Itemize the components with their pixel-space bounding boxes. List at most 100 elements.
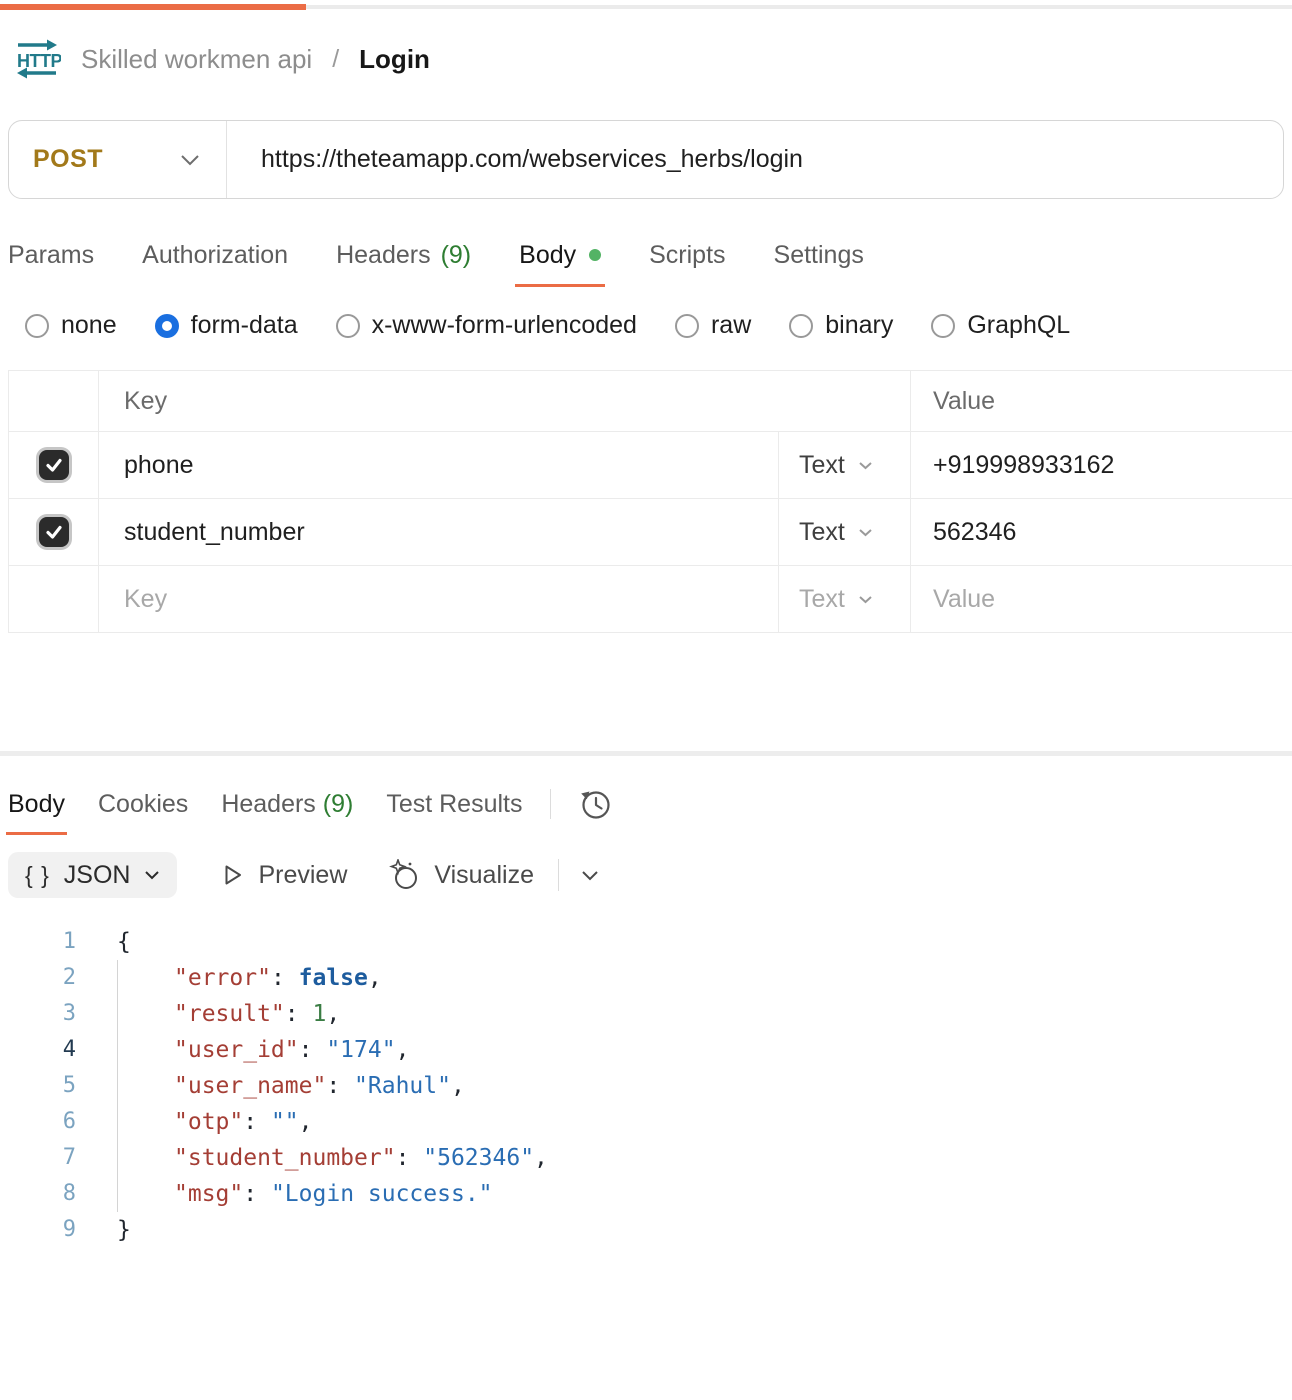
value-cell[interactable]: 562346 [911,499,1292,565]
radio-selected-icon [155,314,179,338]
type-dropdown[interactable]: Text [779,566,911,632]
token-num: 1 [312,1001,326,1027]
line-number: 5 [0,1068,76,1104]
key-cell[interactable]: student_number [99,499,779,565]
method-dropdown[interactable]: POST [9,121,227,198]
window-tab-strip [0,0,1292,10]
token-brace: { [117,929,131,955]
radio-icon [931,314,955,338]
key-placeholder: Key [124,585,167,614]
form-row-student-number: student_number Text 562346 [9,498,1292,565]
token-bool: false [299,965,368,991]
breadcrumb-separator: / [332,45,339,74]
token-punct: : [326,1073,354,1099]
token-punct: , [326,1001,340,1027]
http-request-icon: HTTP [13,36,61,82]
line-number: 2 [0,960,76,996]
token-str: "174" [326,1037,395,1063]
checkbox-checked[interactable] [39,450,69,480]
response-tab-test-results[interactable]: Test Results [386,790,522,819]
tab-authorization[interactable]: Authorization [142,239,288,271]
value-text: 562346 [933,518,1016,547]
response-tab-body[interactable]: Body [8,790,65,819]
value-column-header: Value [911,371,1292,431]
value-header-label: Value [933,387,995,416]
value-cell[interactable]: +919998933162 [911,432,1292,498]
history-button[interactable] [578,786,614,822]
mode-form-data[interactable]: form-data [155,311,298,340]
token-key: "otp" [174,1109,243,1135]
mode-label: GraphQL [967,311,1070,340]
tab-label: Settings [774,241,864,270]
token-punct: : [271,965,299,991]
tab-count-badge: (9) [441,241,472,270]
code-line-8: 8"msg": "Login success." [0,1176,1292,1212]
line-number: 4 [0,1032,76,1068]
token-key: "user_id" [174,1037,299,1063]
line-number: 9 [0,1212,76,1248]
type-chevron [858,528,873,537]
mode-label: form-data [191,311,298,340]
format-label: JSON [64,861,131,890]
breadcrumb-request-name[interactable]: Login [359,44,430,75]
active-tab-indicator [0,4,306,10]
url-input[interactable]: https://theteamapp.com/webservices_herbs… [227,121,1283,198]
type-dropdown[interactable]: Text [779,432,911,498]
line-number: 1 [0,924,76,960]
chevron-down-icon [180,154,200,166]
value-placeholder: Value [933,585,995,614]
body-indicator-dot-icon [589,249,601,261]
tab-settings[interactable]: Settings [774,239,864,271]
tab-params[interactable]: Params [8,239,94,271]
mode-none[interactable]: none [25,311,117,340]
checkbox-checked[interactable] [39,517,69,547]
response-tab-label: Body [8,790,65,818]
code-text: "msg": "Login success." [117,1176,493,1212]
tab-headers[interactable]: Headers (9) [336,239,471,271]
token-str: "Login success." [271,1181,493,1207]
key-cell[interactable]: phone [99,432,779,498]
method-label: POST [33,145,103,174]
token-punct: : [285,1001,313,1027]
more-options-chevron[interactable] [581,870,599,881]
mode-raw[interactable]: raw [675,311,751,340]
tab-scripts[interactable]: Scripts [649,239,725,271]
code-text: "otp": "", [117,1104,313,1140]
token-str: "562346" [423,1145,534,1171]
checkbox-column-header [9,371,99,431]
type-dropdown[interactable]: Text [779,499,911,565]
code-line-9: 9} [0,1212,1292,1248]
response-format-dropdown[interactable]: { } JSON [8,852,177,898]
checkbox-cell [9,432,99,498]
key-cell[interactable]: Key [99,566,779,632]
breadcrumb: HTTP Skilled workmen api / Login [13,36,1292,82]
code-line-5: 5 "user_name": "Rahul", [0,1068,1292,1104]
tab-label: Authorization [142,241,288,270]
response-tab-headers[interactable]: Headers (9) [221,790,353,819]
preview-button[interactable]: Preview [219,861,347,890]
tab-label: Headers [336,241,431,270]
mode-binary[interactable]: binary [789,311,893,340]
mode-x-www-form-urlencoded[interactable]: x-www-form-urlencoded [336,311,637,340]
table-header-row: Key Value [9,371,1292,431]
code-text: } [117,1212,131,1248]
form-row-empty: Key Text Value [9,565,1292,632]
response-tab-cookies[interactable]: Cookies [98,790,188,819]
visualize-button[interactable]: Visualize [389,859,534,891]
code-text: "user_id": "174", [117,1032,409,1068]
mode-graphql[interactable]: GraphQL [931,311,1070,340]
token-str: "" [271,1109,299,1135]
key-text: student_number [124,518,305,547]
mode-label: raw [711,311,751,340]
line-number: 7 [0,1140,76,1176]
value-cell[interactable]: Value [911,566,1292,632]
token-punct: , [534,1145,548,1171]
tab-body[interactable]: Body [519,239,601,271]
code-line-1: 1{ [0,924,1292,960]
breadcrumb-collection[interactable]: Skilled workmen api [81,44,312,75]
radio-icon [789,314,813,338]
request-tabs: Params Authorization Headers (9) Body Scripts… [8,239,1292,271]
type-chevron [858,461,873,470]
mode-label: none [61,311,117,340]
code-text: "user_name": "Rahul", [117,1068,465,1104]
